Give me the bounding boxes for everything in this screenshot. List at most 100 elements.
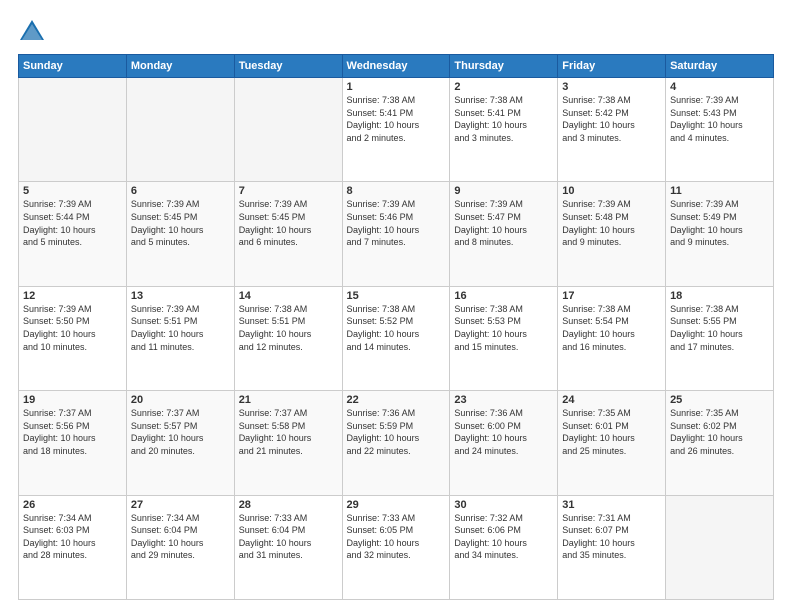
day-info: Sunrise: 7:32 AM Sunset: 6:06 PM Dayligh… xyxy=(454,512,553,562)
logo-icon xyxy=(18,18,46,46)
day-info: Sunrise: 7:33 AM Sunset: 6:05 PM Dayligh… xyxy=(347,512,446,562)
day-info: Sunrise: 7:38 AM Sunset: 5:55 PM Dayligh… xyxy=(670,303,769,353)
calendar-cell: 27Sunrise: 7:34 AM Sunset: 6:04 PM Dayli… xyxy=(126,495,234,599)
calendar-cell: 10Sunrise: 7:39 AM Sunset: 5:48 PM Dayli… xyxy=(558,182,666,286)
day-info: Sunrise: 7:35 AM Sunset: 6:02 PM Dayligh… xyxy=(670,407,769,457)
day-number: 21 xyxy=(239,394,338,406)
day-number: 28 xyxy=(239,499,338,511)
calendar-cell: 30Sunrise: 7:32 AM Sunset: 6:06 PM Dayli… xyxy=(450,495,558,599)
day-number: 4 xyxy=(670,81,769,93)
logo xyxy=(18,18,48,46)
calendar-cell: 18Sunrise: 7:38 AM Sunset: 5:55 PM Dayli… xyxy=(666,286,774,390)
calendar-table: SundayMondayTuesdayWednesdayThursdayFrid… xyxy=(18,54,774,600)
day-info: Sunrise: 7:38 AM Sunset: 5:52 PM Dayligh… xyxy=(347,303,446,353)
day-info: Sunrise: 7:36 AM Sunset: 6:00 PM Dayligh… xyxy=(454,407,553,457)
calendar-cell: 12Sunrise: 7:39 AM Sunset: 5:50 PM Dayli… xyxy=(19,286,127,390)
day-info: Sunrise: 7:39 AM Sunset: 5:51 PM Dayligh… xyxy=(131,303,230,353)
weekday-header-wednesday: Wednesday xyxy=(342,55,450,78)
day-number: 12 xyxy=(23,290,122,302)
calendar-cell: 20Sunrise: 7:37 AM Sunset: 5:57 PM Dayli… xyxy=(126,391,234,495)
day-info: Sunrise: 7:37 AM Sunset: 5:56 PM Dayligh… xyxy=(23,407,122,457)
calendar-cell xyxy=(234,78,342,182)
day-number: 11 xyxy=(670,185,769,197)
calendar-cell: 14Sunrise: 7:38 AM Sunset: 5:51 PM Dayli… xyxy=(234,286,342,390)
calendar-cell: 11Sunrise: 7:39 AM Sunset: 5:49 PM Dayli… xyxy=(666,182,774,286)
calendar-week-row: 19Sunrise: 7:37 AM Sunset: 5:56 PM Dayli… xyxy=(19,391,774,495)
day-number: 29 xyxy=(347,499,446,511)
calendar-cell: 19Sunrise: 7:37 AM Sunset: 5:56 PM Dayli… xyxy=(19,391,127,495)
day-number: 3 xyxy=(562,81,661,93)
day-info: Sunrise: 7:39 AM Sunset: 5:45 PM Dayligh… xyxy=(239,198,338,248)
day-info: Sunrise: 7:38 AM Sunset: 5:53 PM Dayligh… xyxy=(454,303,553,353)
day-info: Sunrise: 7:34 AM Sunset: 6:04 PM Dayligh… xyxy=(131,512,230,562)
day-number: 25 xyxy=(670,394,769,406)
weekday-header-sunday: Sunday xyxy=(19,55,127,78)
day-number: 2 xyxy=(454,81,553,93)
page: SundayMondayTuesdayWednesdayThursdayFrid… xyxy=(0,0,792,612)
calendar-cell: 26Sunrise: 7:34 AM Sunset: 6:03 PM Dayli… xyxy=(19,495,127,599)
day-info: Sunrise: 7:37 AM Sunset: 5:57 PM Dayligh… xyxy=(131,407,230,457)
day-info: Sunrise: 7:39 AM Sunset: 5:43 PM Dayligh… xyxy=(670,94,769,144)
day-info: Sunrise: 7:39 AM Sunset: 5:47 PM Dayligh… xyxy=(454,198,553,248)
day-info: Sunrise: 7:39 AM Sunset: 5:49 PM Dayligh… xyxy=(670,198,769,248)
day-info: Sunrise: 7:38 AM Sunset: 5:42 PM Dayligh… xyxy=(562,94,661,144)
day-number: 22 xyxy=(347,394,446,406)
day-info: Sunrise: 7:38 AM Sunset: 5:54 PM Dayligh… xyxy=(562,303,661,353)
day-number: 13 xyxy=(131,290,230,302)
calendar-cell: 4Sunrise: 7:39 AM Sunset: 5:43 PM Daylig… xyxy=(666,78,774,182)
day-number: 30 xyxy=(454,499,553,511)
day-number: 9 xyxy=(454,185,553,197)
calendar-cell: 15Sunrise: 7:38 AM Sunset: 5:52 PM Dayli… xyxy=(342,286,450,390)
weekday-header-row: SundayMondayTuesdayWednesdayThursdayFrid… xyxy=(19,55,774,78)
calendar-cell: 25Sunrise: 7:35 AM Sunset: 6:02 PM Dayli… xyxy=(666,391,774,495)
day-number: 26 xyxy=(23,499,122,511)
calendar-cell: 13Sunrise: 7:39 AM Sunset: 5:51 PM Dayli… xyxy=(126,286,234,390)
header xyxy=(18,18,774,46)
day-info: Sunrise: 7:39 AM Sunset: 5:46 PM Dayligh… xyxy=(347,198,446,248)
calendar-cell: 16Sunrise: 7:38 AM Sunset: 5:53 PM Dayli… xyxy=(450,286,558,390)
day-info: Sunrise: 7:33 AM Sunset: 6:04 PM Dayligh… xyxy=(239,512,338,562)
weekday-header-friday: Friday xyxy=(558,55,666,78)
day-info: Sunrise: 7:39 AM Sunset: 5:45 PM Dayligh… xyxy=(131,198,230,248)
day-info: Sunrise: 7:39 AM Sunset: 5:48 PM Dayligh… xyxy=(562,198,661,248)
calendar-cell: 2Sunrise: 7:38 AM Sunset: 5:41 PM Daylig… xyxy=(450,78,558,182)
day-info: Sunrise: 7:31 AM Sunset: 6:07 PM Dayligh… xyxy=(562,512,661,562)
weekday-header-tuesday: Tuesday xyxy=(234,55,342,78)
day-number: 23 xyxy=(454,394,553,406)
day-info: Sunrise: 7:37 AM Sunset: 5:58 PM Dayligh… xyxy=(239,407,338,457)
calendar-cell: 21Sunrise: 7:37 AM Sunset: 5:58 PM Dayli… xyxy=(234,391,342,495)
day-number: 16 xyxy=(454,290,553,302)
calendar-week-row: 12Sunrise: 7:39 AM Sunset: 5:50 PM Dayli… xyxy=(19,286,774,390)
day-number: 15 xyxy=(347,290,446,302)
calendar-cell: 31Sunrise: 7:31 AM Sunset: 6:07 PM Dayli… xyxy=(558,495,666,599)
calendar-cell: 22Sunrise: 7:36 AM Sunset: 5:59 PM Dayli… xyxy=(342,391,450,495)
calendar-cell: 8Sunrise: 7:39 AM Sunset: 5:46 PM Daylig… xyxy=(342,182,450,286)
calendar-cell: 24Sunrise: 7:35 AM Sunset: 6:01 PM Dayli… xyxy=(558,391,666,495)
calendar-cell: 1Sunrise: 7:38 AM Sunset: 5:41 PM Daylig… xyxy=(342,78,450,182)
calendar-cell: 29Sunrise: 7:33 AM Sunset: 6:05 PM Dayli… xyxy=(342,495,450,599)
calendar-week-row: 26Sunrise: 7:34 AM Sunset: 6:03 PM Dayli… xyxy=(19,495,774,599)
day-number: 14 xyxy=(239,290,338,302)
calendar-cell xyxy=(19,78,127,182)
weekday-header-thursday: Thursday xyxy=(450,55,558,78)
calendar-cell: 23Sunrise: 7:36 AM Sunset: 6:00 PM Dayli… xyxy=(450,391,558,495)
day-number: 18 xyxy=(670,290,769,302)
day-number: 17 xyxy=(562,290,661,302)
day-number: 10 xyxy=(562,185,661,197)
day-number: 1 xyxy=(347,81,446,93)
calendar-cell: 28Sunrise: 7:33 AM Sunset: 6:04 PM Dayli… xyxy=(234,495,342,599)
day-number: 24 xyxy=(562,394,661,406)
day-number: 27 xyxy=(131,499,230,511)
day-info: Sunrise: 7:38 AM Sunset: 5:41 PM Dayligh… xyxy=(454,94,553,144)
calendar-cell xyxy=(126,78,234,182)
calendar-cell: 3Sunrise: 7:38 AM Sunset: 5:42 PM Daylig… xyxy=(558,78,666,182)
day-number: 20 xyxy=(131,394,230,406)
calendar-cell: 17Sunrise: 7:38 AM Sunset: 5:54 PM Dayli… xyxy=(558,286,666,390)
day-info: Sunrise: 7:35 AM Sunset: 6:01 PM Dayligh… xyxy=(562,407,661,457)
calendar-cell: 7Sunrise: 7:39 AM Sunset: 5:45 PM Daylig… xyxy=(234,182,342,286)
calendar-week-row: 1 Sunrise: 7:38 AM Sunset: 5:41 PM Daylig… xyxy=(19,78,774,182)
weekday-header-saturday: Saturday xyxy=(666,55,774,78)
calendar-cell: 5Sunrise: 7:39 AM Sunset: 5:44 PM Daylig… xyxy=(19,182,127,286)
calendar-week-row: 5Sunrise: 7:39 AM Sunset: 5:44 PM Daylig… xyxy=(19,182,774,286)
calendar-cell: 9Sunrise: 7:39 AM Sunset: 5:47 PM Daylig… xyxy=(450,182,558,286)
